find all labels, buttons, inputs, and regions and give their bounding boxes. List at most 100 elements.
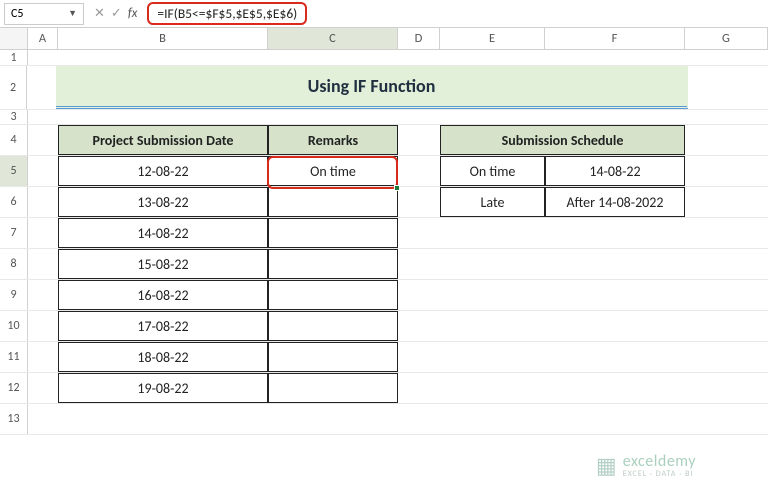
right-header[interactable]: Submission Schedule — [440, 125, 685, 155]
row-header[interactable]: 9 — [0, 280, 28, 310]
cell[interactable] — [28, 218, 58, 248]
fill-handle[interactable] — [394, 185, 400, 191]
cell-remark[interactable] — [268, 249, 398, 279]
cell-remark[interactable] — [268, 373, 398, 403]
cell[interactable] — [545, 249, 685, 279]
cell-date[interactable]: 14-08-22 — [58, 218, 268, 248]
cell[interactable] — [28, 373, 58, 403]
cell[interactable] — [685, 249, 768, 279]
check-icon[interactable]: ✓ — [111, 6, 122, 21]
cell[interactable] — [545, 311, 685, 341]
cell[interactable] — [440, 110, 545, 124]
cell-remark-selected[interactable]: On time — [268, 156, 398, 186]
cell[interactable] — [545, 50, 685, 65]
cell[interactable] — [268, 110, 398, 124]
cell[interactable] — [440, 249, 545, 279]
row-header[interactable]: 13 — [0, 404, 28, 434]
cell[interactable] — [545, 218, 685, 248]
cell-remark[interactable] — [268, 311, 398, 341]
cell[interactable] — [685, 373, 768, 403]
cell[interactable] — [545, 342, 685, 372]
row-header[interactable]: 1 — [0, 50, 28, 65]
cell[interactable] — [685, 280, 768, 310]
row-header[interactable]: 2 — [0, 66, 27, 109]
left-header-remarks[interactable]: Remarks — [268, 125, 398, 155]
row-header[interactable]: 6 — [0, 187, 28, 217]
chevron-down-icon[interactable]: ▼ — [68, 8, 77, 19]
cell[interactable] — [545, 404, 685, 434]
cell[interactable] — [58, 50, 268, 65]
cell[interactable] — [688, 66, 768, 109]
col-header-f[interactable]: F — [545, 28, 685, 49]
cell[interactable] — [398, 342, 440, 372]
cell-status[interactable]: On time — [440, 156, 545, 186]
cell[interactable] — [28, 404, 58, 434]
cell-date[interactable]: 12-08-22 — [58, 156, 268, 186]
cell[interactable] — [268, 50, 398, 65]
cell[interactable] — [398, 110, 440, 124]
cell[interactable] — [685, 404, 768, 434]
row-header[interactable]: 12 — [0, 373, 28, 403]
cell[interactable] — [440, 404, 545, 434]
cell[interactable] — [268, 404, 398, 434]
cell-date[interactable]: 13-08-22 — [58, 187, 268, 217]
cell[interactable] — [440, 373, 545, 403]
cell[interactable] — [685, 156, 768, 186]
cell[interactable] — [398, 218, 440, 248]
cell[interactable] — [398, 404, 440, 434]
col-header-g[interactable]: G — [685, 28, 768, 49]
cell[interactable] — [398, 125, 440, 155]
cell-remark[interactable] — [268, 187, 398, 217]
cell[interactable] — [28, 50, 58, 65]
col-header-a[interactable]: A — [28, 28, 58, 49]
cell[interactable] — [440, 342, 545, 372]
cell[interactable] — [28, 156, 58, 186]
cell[interactable] — [685, 187, 768, 217]
cell[interactable] — [398, 50, 440, 65]
cell-date[interactable]: 16-08-22 — [58, 280, 268, 310]
cell[interactable] — [685, 50, 768, 65]
col-header-c[interactable]: C — [268, 28, 398, 49]
cell-date[interactable]: 15-08-22 — [58, 249, 268, 279]
cell[interactable] — [28, 187, 58, 217]
cell[interactable] — [398, 373, 440, 403]
row-header[interactable]: 3 — [0, 110, 28, 124]
cell-rule[interactable]: 14-08-22 — [545, 156, 685, 186]
cell-remark[interactable] — [268, 218, 398, 248]
fx-icon[interactable]: fx — [128, 6, 138, 21]
cell[interactable] — [28, 249, 58, 279]
cell[interactable] — [398, 311, 440, 341]
cell[interactable] — [58, 404, 268, 434]
cell-remark[interactable] — [268, 342, 398, 372]
row-header[interactable]: 8 — [0, 249, 28, 279]
col-header-e[interactable]: E — [440, 28, 545, 49]
formula-input[interactable]: =IF(B5<=$F$5,$E$5,$E$6) — [147, 3, 764, 25]
col-header-d[interactable]: D — [398, 28, 440, 49]
left-header-date[interactable]: Project Submission Date — [58, 125, 268, 155]
cell-date[interactable]: 19-08-22 — [58, 373, 268, 403]
row-header[interactable]: 7 — [0, 218, 28, 248]
row-header[interactable]: 5 — [0, 156, 28, 186]
name-box[interactable]: C5 ▼ — [4, 3, 84, 25]
cell[interactable] — [398, 156, 440, 186]
cell[interactable] — [398, 280, 440, 310]
col-header-b[interactable]: B — [58, 28, 268, 49]
cell[interactable] — [685, 342, 768, 372]
cell[interactable] — [440, 50, 545, 65]
cell[interactable] — [398, 187, 440, 217]
cell[interactable] — [545, 280, 685, 310]
cell-remark[interactable] — [268, 280, 398, 310]
cell[interactable] — [440, 311, 545, 341]
cell[interactable] — [545, 373, 685, 403]
cell[interactable] — [440, 218, 545, 248]
row-header[interactable]: 10 — [0, 311, 28, 341]
cancel-icon[interactable]: ✕ — [94, 6, 105, 21]
cell[interactable] — [28, 311, 58, 341]
cell[interactable] — [685, 125, 768, 155]
cell[interactable] — [545, 110, 685, 124]
cell[interactable] — [27, 66, 56, 109]
cell[interactable] — [28, 110, 58, 124]
cell[interactable] — [28, 125, 58, 155]
cell-rule[interactable]: After 14-08-2022 — [545, 187, 685, 217]
cell[interactable] — [440, 280, 545, 310]
